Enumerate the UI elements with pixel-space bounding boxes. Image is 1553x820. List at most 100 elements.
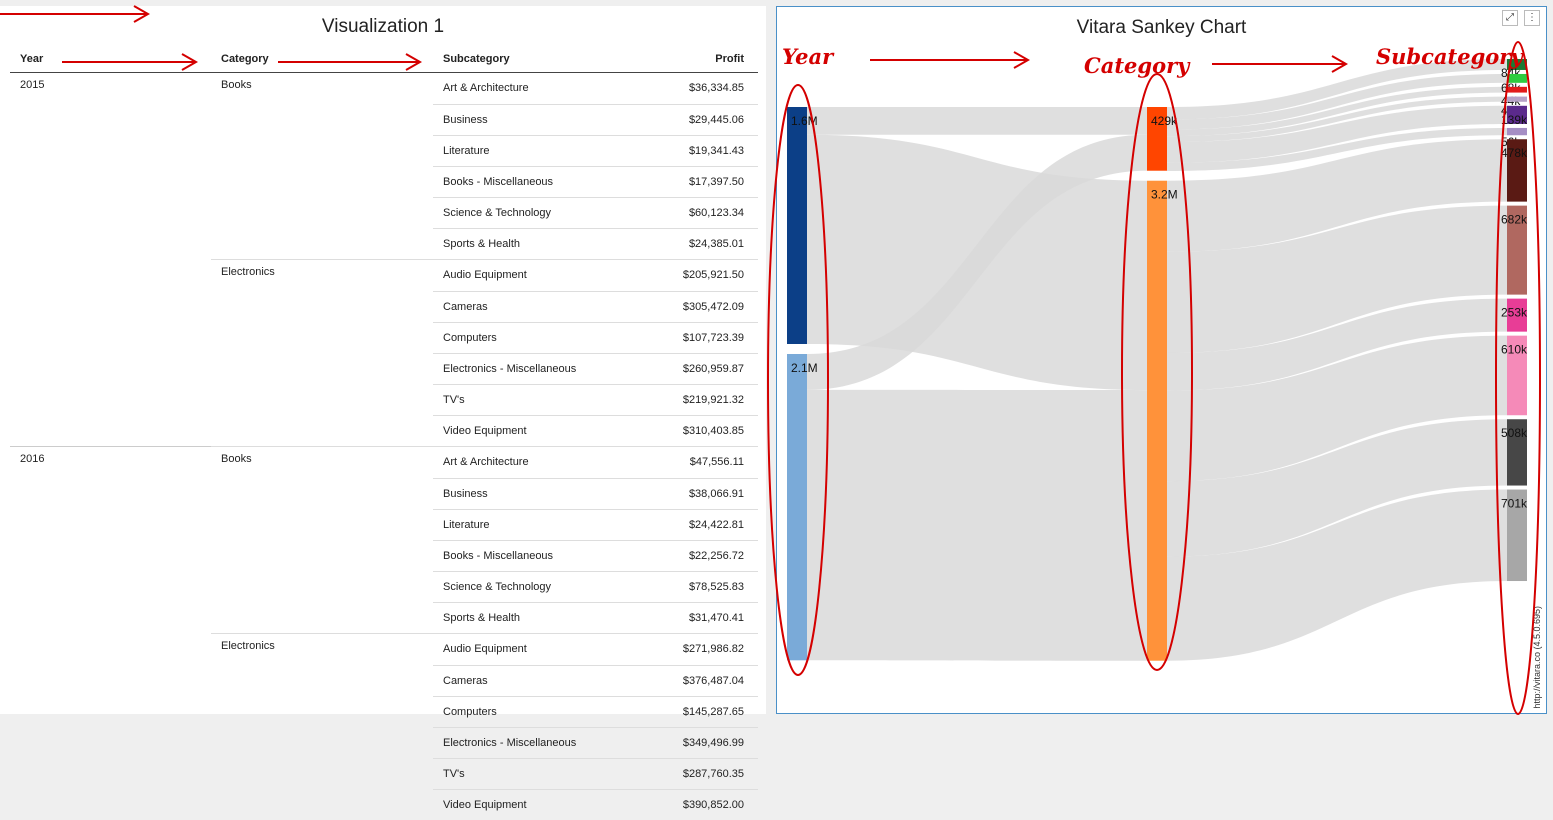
sankey-link[interactable] (807, 390, 1147, 661)
sankey-node-electronics[interactable] (1147, 181, 1167, 661)
year-cell (10, 228, 211, 260)
category-cell (211, 602, 433, 634)
year-cell (10, 634, 211, 666)
sankey-node-label: 3.2M (1151, 188, 1178, 202)
year-cell: 2016 (10, 447, 211, 479)
profit-cell: $271,986.82 (594, 634, 758, 666)
vitara-credit[interactable]: http://vitara.co (4.5.0.695) (1532, 606, 1542, 709)
category-cell (211, 104, 433, 135)
subcategory-cell: Computers (433, 696, 594, 727)
subcategory-cell: Video Equipment (433, 415, 594, 447)
year-cell (10, 135, 211, 166)
year-cell (10, 727, 211, 758)
subcategory-cell: Books - Miscellaneous (433, 540, 594, 571)
table-row: Cameras$305,472.09 (10, 291, 758, 322)
subcategory-cell: Sports & Health (433, 602, 594, 634)
subcategory-cell: Art & Architecture (433, 447, 594, 479)
profit-cell: $60,123.34 (594, 197, 758, 228)
category-cell (211, 540, 433, 571)
category-cell (211, 571, 433, 602)
sankey-node-label: 429k (1151, 114, 1178, 128)
category-cell (211, 322, 433, 353)
profit-grid: Year Category Subcategory Profit 2015Boo… (10, 46, 758, 820)
grid-panel: Visualization 1 Year Category Subcategor… (0, 6, 766, 714)
table-row: Science & Technology$60,123.34 (10, 197, 758, 228)
sankey-chart: 1.6M2.1M429k3.2M84k68k44k40k139k56k478k6… (777, 7, 1546, 713)
column-header-year[interactable]: Year (10, 46, 211, 73)
year-cell (10, 322, 211, 353)
table-row: Business$38,066.91 (10, 478, 758, 509)
profit-cell: $305,472.09 (594, 291, 758, 322)
category-cell (211, 353, 433, 384)
table-row: Books - Miscellaneous$17,397.50 (10, 166, 758, 197)
sankey-node-booksmisc[interactable] (1507, 97, 1527, 102)
sankey-node-label: 682k (1501, 213, 1528, 227)
sankey-node-label: 508k (1501, 426, 1528, 440)
profit-cell: $205,921.50 (594, 260, 758, 292)
year-cell (10, 166, 211, 197)
table-row: Sports & Health$24,385.01 (10, 228, 758, 260)
category-cell (211, 384, 433, 415)
sankey-panel: Vitara Sankey Chart ⤢ ⋮ 1.6M2.1M429k3.2M… (776, 6, 1547, 714)
sankey-link[interactable] (807, 107, 1147, 135)
profit-cell: $38,066.91 (594, 478, 758, 509)
table-row: Books - Miscellaneous$22,256.72 (10, 540, 758, 571)
category-cell (211, 166, 433, 197)
grid-title: Visualization 1 (0, 16, 766, 38)
table-row: Electronics - Miscellaneous$349,496.99 (10, 727, 758, 758)
subcategory-cell: Audio Equipment (433, 634, 594, 666)
subcategory-cell: Sports & Health (433, 228, 594, 260)
profit-cell: $47,556.11 (594, 447, 758, 479)
subcategory-cell: Literature (433, 135, 594, 166)
profit-cell: $310,403.85 (594, 415, 758, 447)
year-cell (10, 384, 211, 415)
sankey-node-y2015[interactable] (787, 107, 807, 344)
year-cell (10, 665, 211, 696)
year-cell (10, 696, 211, 727)
grid-header-row: Year Category Subcategory Profit (10, 46, 758, 73)
category-cell (211, 478, 433, 509)
sankey-node-label: 2.1M (791, 361, 818, 375)
subcategory-cell: Cameras (433, 291, 594, 322)
sankey-node-literature[interactable] (1507, 87, 1527, 93)
category-cell (211, 135, 433, 166)
year-cell (10, 602, 211, 634)
category-cell (211, 415, 433, 447)
subcategory-cell: Business (433, 478, 594, 509)
category-cell: Electronics (211, 634, 433, 666)
table-row: Literature$19,341.43 (10, 135, 758, 166)
subcategory-cell: Art & Architecture (433, 73, 594, 105)
table-row: ElectronicsAudio Equipment$205,921.50 (10, 260, 758, 292)
sankey-node-y2016[interactable] (787, 354, 807, 660)
category-cell (211, 291, 433, 322)
category-cell: Electronics (211, 260, 433, 292)
column-header-profit[interactable]: Profit (594, 46, 758, 73)
subcategory-cell: Computers (433, 322, 594, 353)
year-cell (10, 415, 211, 447)
year-cell (10, 478, 211, 509)
category-cell (211, 228, 433, 260)
column-header-category[interactable]: Category (211, 46, 433, 73)
sankey-node-label: 478k (1501, 146, 1528, 160)
table-row: Electronics - Miscellaneous$260,959.87 (10, 353, 758, 384)
table-row: TV's$219,921.32 (10, 384, 758, 415)
column-header-subcategory[interactable]: Subcategory (433, 46, 594, 73)
year-cell (10, 260, 211, 292)
subcategory-cell: TV's (433, 758, 594, 789)
year-cell (10, 571, 211, 602)
profit-cell: $36,334.85 (594, 73, 758, 105)
subcategory-cell: TV's (433, 384, 594, 415)
profit-cell: $24,422.81 (594, 509, 758, 540)
category-cell (211, 727, 433, 758)
profit-cell: $287,760.35 (594, 758, 758, 789)
subcategory-cell: Business (433, 104, 594, 135)
subcategory-cell: Electronics - Miscellaneous (433, 353, 594, 384)
profit-cell: $349,496.99 (594, 727, 758, 758)
subcategory-cell: Cameras (433, 665, 594, 696)
profit-cell: $219,921.32 (594, 384, 758, 415)
profit-cell: $31,470.41 (594, 602, 758, 634)
year-cell (10, 197, 211, 228)
table-row: Video Equipment$390,852.00 (10, 789, 758, 820)
category-cell (211, 696, 433, 727)
category-cell: Books (211, 447, 433, 479)
